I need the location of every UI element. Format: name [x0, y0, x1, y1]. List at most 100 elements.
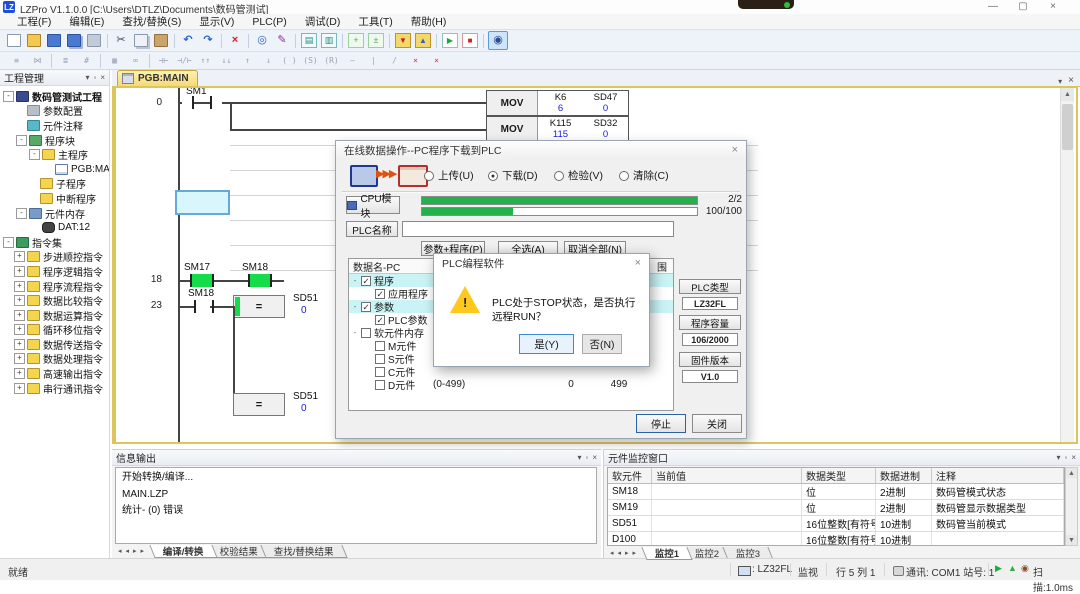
expander-icon[interactable]: - [3, 237, 14, 248]
next-tab-icon[interactable]: ▸ [131, 545, 139, 555]
checkbox[interactable] [375, 341, 385, 351]
cpu-module-button[interactable]: CPU模块 [346, 196, 400, 214]
tab-list-icon[interactable]: ▾ [1058, 77, 1062, 86]
tab-monitor-1[interactable]: 监控1 [641, 547, 693, 560]
tree-item-dat-12[interactable]: DAT:12 [0, 220, 109, 235]
scroll-down-icon[interactable]: ▼ [1066, 535, 1077, 545]
close-icon[interactable]: × [100, 73, 105, 82]
expander-icon[interactable]: - [349, 302, 361, 311]
tab-pgb-main[interactable]: PGB:MAIN [117, 70, 198, 86]
expander-icon[interactable]: - [29, 149, 40, 160]
up-icon[interactable]: ↑ [238, 54, 257, 68]
download-to-plc-icon[interactable]: ▼ [394, 32, 412, 49]
plc-name-button[interactable]: PLC名称 [346, 221, 398, 237]
dialog-title-bar[interactable]: 在线数据操作--PC程序下载到PLC × [336, 141, 746, 159]
menu-project[interactable]: 工程(F) [8, 14, 60, 29]
tree-item-instr-compare[interactable]: +数据比较指令 [0, 293, 109, 308]
print-icon[interactable] [85, 32, 103, 49]
close-icon[interactable]: × [732, 144, 738, 156]
monitor-scrollbar[interactable]: ▲ ▼ [1065, 467, 1078, 546]
tree-item-instr-logic[interactable]: +程序逻辑指令 [0, 264, 109, 279]
table-row[interactable]: D元件(0-499)0499 [349, 378, 673, 391]
ladder-tool-icon[interactable]: ∞ [126, 54, 145, 68]
expander-icon[interactable]: - [349, 328, 361, 337]
menu-find-replace[interactable]: 查找/替换(S) [113, 14, 190, 29]
tree-item-instr-shift[interactable]: +循环移位指令 [0, 323, 109, 338]
column-header[interactable]: 数据类型 [802, 468, 876, 483]
hline-icon[interactable]: — [343, 54, 362, 68]
column-header[interactable]: 注释 [932, 468, 1064, 483]
yes-button[interactable]: 是(Y) [519, 334, 574, 354]
radio-download[interactable]: ●下载(D) [488, 168, 538, 183]
program-capacity-button[interactable]: 程序容量 [679, 315, 741, 330]
last-tab-icon[interactable]: ▸ [631, 547, 639, 557]
vline-icon[interactable]: | [364, 54, 383, 68]
expander-icon[interactable]: + [14, 310, 25, 321]
stop-button[interactable]: 停止 [636, 414, 686, 433]
tree-item-param-config[interactable]: 参数配置 [0, 104, 109, 119]
tree-item-device-memory[interactable]: -元件内存 [0, 206, 109, 221]
scrollbar-thumb[interactable] [1062, 104, 1073, 150]
ladder-tool-icon[interactable]: ⋈ [28, 54, 47, 68]
rising-edge-icon[interactable]: ↑↑ [196, 54, 215, 68]
monitor-row[interactable]: SD5116位整数[有符号]10进制数码管当前模式 [608, 516, 1064, 532]
monitor-mode-icon[interactable]: ◉ [488, 31, 508, 50]
pin-icon[interactable]: ◦ [93, 73, 96, 82]
coil-icon[interactable]: ( ) [280, 54, 299, 68]
save-all-icon[interactable] [65, 32, 83, 49]
delete-icon[interactable]: × [226, 32, 244, 49]
tree-item-instr-highspeed[interactable]: +高速输出指令 [0, 366, 109, 381]
tree-item-instruction-set[interactable]: -指令集 [0, 235, 109, 250]
expander-icon[interactable]: - [16, 135, 27, 146]
ladder-tool-icon[interactable]: ≡ [7, 54, 26, 68]
menu-debug[interactable]: 调试(D) [296, 14, 350, 29]
checkbox[interactable]: ✓ [375, 289, 385, 299]
radio-verify[interactable]: 检验(V) [554, 168, 603, 183]
redo-icon[interactable]: ↷ [199, 32, 217, 49]
tree-item-instr-step[interactable]: +步进顺控指令 [0, 250, 109, 265]
checkbox[interactable] [375, 367, 385, 377]
expander-icon[interactable]: + [14, 353, 25, 364]
tree-item-sub-program[interactable]: 子程序 [0, 177, 109, 192]
first-tab-icon[interactable]: ◂ [116, 545, 124, 555]
monitor-row[interactable]: D10016位整数[有符号]10进制 [608, 532, 1064, 546]
column-header[interactable]: 数据进制 [876, 468, 932, 483]
menu-help[interactable]: 帮助(H) [402, 14, 456, 29]
tab-find-result[interactable]: 查找/替换结果 [260, 545, 347, 558]
tree-item-program-blocks[interactable]: -程序块 [0, 133, 109, 148]
expander-icon[interactable]: + [14, 295, 25, 306]
tree-item-instr-serial[interactable]: +串行通讯指令 [0, 381, 109, 396]
set-coil-icon[interactable]: (S) [301, 54, 320, 68]
menu-edit[interactable]: 编辑(E) [60, 14, 113, 29]
delete-line-icon[interactable]: / [385, 54, 404, 68]
tree-item-main-program[interactable]: -主程序 [0, 147, 109, 162]
last-tab-icon[interactable]: ▸ [139, 545, 147, 555]
pin-icon[interactable]: ◦ [585, 453, 588, 462]
close-icon[interactable]: × [1045, 0, 1061, 13]
collapse-icon[interactable]: ▾ [577, 453, 581, 462]
close-tab-icon[interactable]: × [1068, 75, 1074, 86]
selected-cell[interactable] [175, 190, 230, 215]
close-button[interactable]: 关闭 [692, 414, 742, 433]
close-icon[interactable]: × [1071, 453, 1076, 462]
cut-icon[interactable]: ✂ [112, 32, 130, 49]
tree-item-device-comment[interactable]: 元件注释 [0, 118, 109, 133]
edit-mode-icon[interactable]: ✎ [273, 32, 291, 49]
maximize-icon[interactable]: ▢ [1015, 0, 1031, 13]
pin-icon[interactable]: ◦ [1064, 453, 1067, 462]
stop-plc-icon[interactable]: ■ [461, 32, 479, 49]
expander-icon[interactable]: + [14, 368, 25, 379]
tree-item-instr-transfer[interactable]: +数据传送指令 [0, 337, 109, 352]
open-project-icon[interactable] [25, 32, 43, 49]
tree-item-instr-process[interactable]: +数据处理指令 [0, 352, 109, 367]
expander-icon[interactable]: + [14, 281, 25, 292]
checkbox[interactable] [375, 354, 385, 364]
ladder-view-icon[interactable]: ▤ [300, 32, 318, 49]
close-icon[interactable]: × [635, 257, 641, 269]
save-icon[interactable] [45, 32, 63, 49]
expander-icon[interactable]: - [349, 276, 361, 285]
paste-icon[interactable] [152, 32, 170, 49]
mov-instruction[interactable]: MOV K115115 SD320 [486, 116, 629, 142]
prev-tab-icon[interactable]: ◂ [124, 545, 132, 555]
msgbox-title-bar[interactable]: PLC编程软件 × [434, 254, 649, 272]
